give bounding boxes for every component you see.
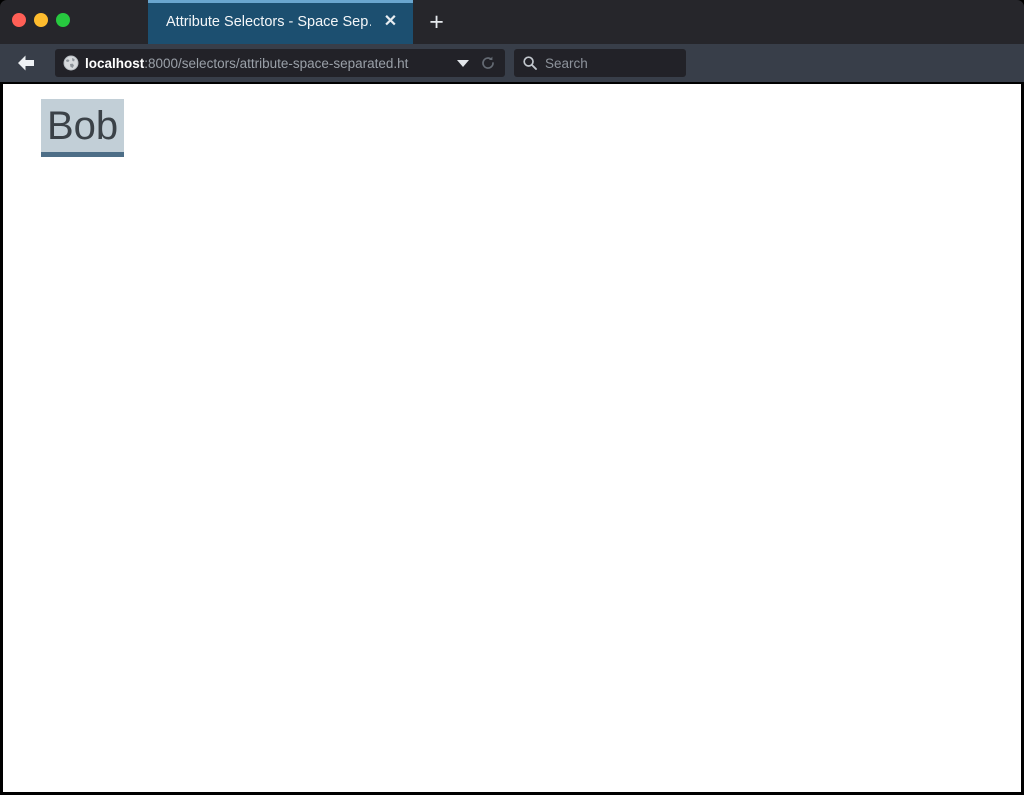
highlighted-element-bob: Bob (41, 99, 125, 157)
navigation-toolbar: localhost:8000/selectors/attribute-space… (0, 44, 1024, 118)
globe-icon (63, 55, 79, 71)
reload-icon[interactable] (480, 55, 496, 71)
tab-title: Attribute Selectors - Space Sep… (166, 14, 371, 30)
browser-window: Attribute Selectors - Space Sep… ✕ + loc… (0, 0, 1024, 795)
new-tab-button[interactable]: + (423, 9, 450, 36)
content-frame: Bob (0, 82, 1024, 795)
window-maximize-button[interactable] (56, 13, 70, 27)
window-close-button[interactable] (12, 13, 26, 27)
search-input[interactable]: Search (545, 49, 588, 77)
search-icon (522, 55, 538, 71)
search-bar[interactable]: Search (514, 49, 686, 77)
url-host: localhost (85, 56, 145, 71)
url-bar[interactable]: localhost:8000/selectors/attribute-space… (55, 49, 505, 77)
back-button[interactable] (14, 52, 38, 74)
window-controls (12, 13, 70, 27)
window-minimize-button[interactable] (34, 13, 48, 27)
url-text[interactable]: localhost:8000/selectors/attribute-space… (85, 49, 453, 77)
url-path: :8000/selectors/attribute-space-separate… (144, 56, 409, 71)
title-bar: Attribute Selectors - Space Sep… ✕ + (0, 0, 1024, 44)
tab-close-icon[interactable]: ✕ (382, 13, 399, 30)
chevron-down-icon[interactable] (457, 60, 469, 67)
page-viewport: Bob (3, 84, 1021, 792)
tab-active[interactable]: Attribute Selectors - Space Sep… ✕ (148, 0, 413, 44)
